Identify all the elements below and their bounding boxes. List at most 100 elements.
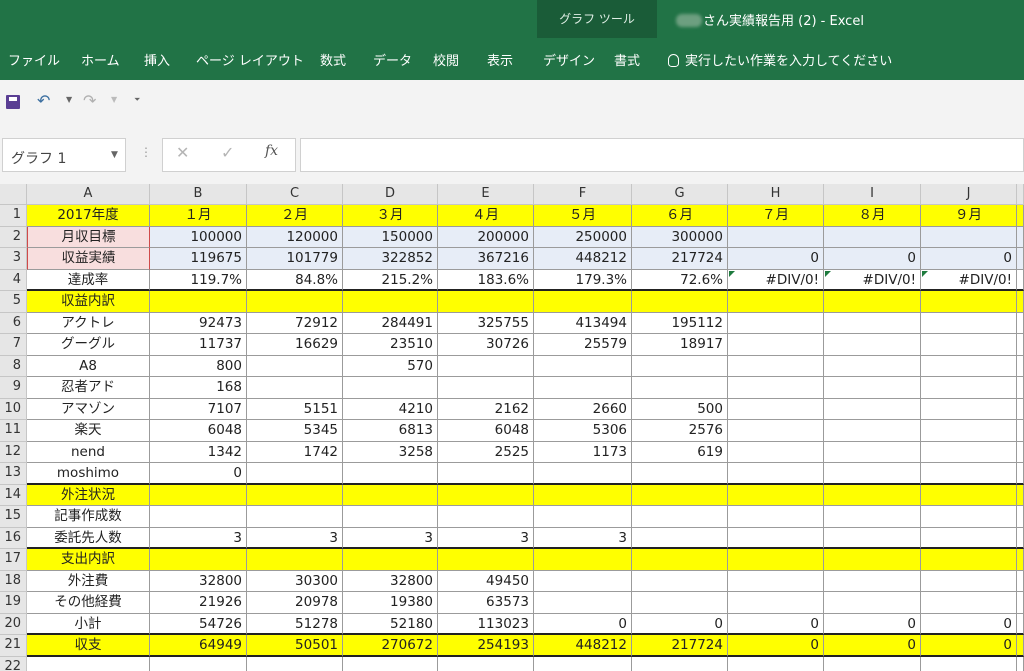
cell-c17[interactable]: [247, 549, 343, 571]
cell-i8[interactable]: [824, 355, 921, 377]
cell-k13[interactable]: [1017, 463, 1024, 485]
cell-f17[interactable]: [534, 549, 632, 571]
cell-a17[interactable]: 支出内訳: [27, 549, 150, 571]
cell-j19[interactable]: [921, 592, 1017, 614]
cell-b17[interactable]: [150, 549, 247, 571]
column-header-b[interactable]: B: [150, 184, 247, 205]
cell-j15[interactable]: [921, 506, 1017, 528]
column-header-j[interactable]: J: [921, 184, 1017, 205]
enter-icon[interactable]: ✓: [221, 143, 234, 162]
cell-i3[interactable]: 0: [824, 248, 921, 270]
cell-k17[interactable]: [1017, 549, 1024, 571]
cell-e16[interactable]: 3: [438, 527, 534, 549]
cell-f5[interactable]: [534, 291, 632, 313]
cell-c18[interactable]: 30300: [247, 570, 343, 592]
cell-e12[interactable]: 2525: [438, 441, 534, 463]
cell-b18[interactable]: 32800: [150, 570, 247, 592]
cell-c3[interactable]: 101779: [247, 248, 343, 270]
cell-a11[interactable]: 楽天: [27, 420, 150, 442]
undo-icon[interactable]: ↶: [37, 91, 50, 110]
cell-b3[interactable]: 119675: [150, 248, 247, 270]
row-header-20[interactable]: 20: [0, 613, 27, 635]
cell-f12[interactable]: 1173: [534, 441, 632, 463]
cell-d13[interactable]: [343, 463, 438, 485]
cell-g13[interactable]: [632, 463, 728, 485]
cell-b8[interactable]: 800: [150, 355, 247, 377]
cell-h8[interactable]: [728, 355, 824, 377]
cell-b2[interactable]: 100000: [150, 226, 247, 248]
cell-k9[interactable]: [1017, 377, 1024, 399]
cell-j14[interactable]: [921, 484, 1017, 506]
cell-g3[interactable]: 217724: [632, 248, 728, 270]
cell-i10[interactable]: [824, 398, 921, 420]
cell-c9[interactable]: [247, 377, 343, 399]
cell-k18[interactable]: [1017, 570, 1024, 592]
cell-c16[interactable]: 3: [247, 527, 343, 549]
row-header-12[interactable]: 12: [0, 441, 27, 463]
cell-j20[interactable]: 0: [921, 613, 1017, 635]
cell-h2[interactable]: [728, 226, 824, 248]
cell-k8[interactable]: [1017, 355, 1024, 377]
cell-k20[interactable]: [1017, 613, 1024, 635]
cell-e22[interactable]: [438, 656, 534, 671]
cell-g4[interactable]: 72.6%: [632, 269, 728, 291]
cell-d16[interactable]: 3: [343, 527, 438, 549]
cell-b5[interactable]: [150, 291, 247, 313]
cell-k6[interactable]: [1017, 312, 1024, 334]
cell-h18[interactable]: [728, 570, 824, 592]
cell-g15[interactable]: [632, 506, 728, 528]
cell-g16[interactable]: [632, 527, 728, 549]
cell-f15[interactable]: [534, 506, 632, 528]
select-all-corner[interactable]: [0, 184, 27, 205]
tab-design[interactable]: デザイン: [543, 50, 595, 69]
cell-g9[interactable]: [632, 377, 728, 399]
tab-review[interactable]: 校閲: [433, 50, 459, 69]
column-header-c[interactable]: C: [247, 184, 343, 205]
cell-c1[interactable]: ２月: [247, 205, 343, 227]
cell-j7[interactable]: [921, 334, 1017, 356]
cell-i4[interactable]: #DIV/0!: [824, 269, 921, 291]
cell-k15[interactable]: [1017, 506, 1024, 528]
tab-page-layout[interactable]: ページ レイアウト: [196, 50, 304, 69]
cell-d1[interactable]: ３月: [343, 205, 438, 227]
cell-h10[interactable]: [728, 398, 824, 420]
cell-i19[interactable]: [824, 592, 921, 614]
row-header-21[interactable]: 21: [0, 635, 27, 657]
cell-e2[interactable]: 200000: [438, 226, 534, 248]
cell-f3[interactable]: 448212: [534, 248, 632, 270]
cell-d9[interactable]: [343, 377, 438, 399]
cell-c4[interactable]: 84.8%: [247, 269, 343, 291]
cell-g20[interactable]: 0: [632, 613, 728, 635]
cell-e7[interactable]: 30726: [438, 334, 534, 356]
cell-c5[interactable]: [247, 291, 343, 313]
cell-b15[interactable]: [150, 506, 247, 528]
undo-dropdown-icon[interactable]: ▼: [66, 95, 72, 104]
column-header-next[interactable]: [1017, 184, 1024, 205]
cell-c21[interactable]: 50501: [247, 635, 343, 657]
cell-f20[interactable]: 0: [534, 613, 632, 635]
cell-e6[interactable]: 325755: [438, 312, 534, 334]
cell-a15[interactable]: 記事作成数: [27, 506, 150, 528]
cell-d15[interactable]: [343, 506, 438, 528]
row-header-14[interactable]: 14: [0, 484, 27, 506]
cell-h15[interactable]: [728, 506, 824, 528]
cell-k3[interactable]: [1017, 248, 1024, 270]
cell-g2[interactable]: 300000: [632, 226, 728, 248]
cell-e5[interactable]: [438, 291, 534, 313]
column-header-h[interactable]: H: [728, 184, 824, 205]
row-header-11[interactable]: 11: [0, 420, 27, 442]
cell-d10[interactable]: 4210: [343, 398, 438, 420]
column-header-g[interactable]: G: [632, 184, 728, 205]
cell-d8[interactable]: 570: [343, 355, 438, 377]
cell-f11[interactable]: 5306: [534, 420, 632, 442]
row-header-5[interactable]: 5: [0, 291, 27, 313]
cell-d11[interactable]: 6813: [343, 420, 438, 442]
cell-d7[interactable]: 23510: [343, 334, 438, 356]
name-box[interactable]: グラフ 1 ▼: [2, 138, 126, 172]
cell-h19[interactable]: [728, 592, 824, 614]
cell-g8[interactable]: [632, 355, 728, 377]
row-header-19[interactable]: 19: [0, 592, 27, 614]
cell-h9[interactable]: [728, 377, 824, 399]
cell-i12[interactable]: [824, 441, 921, 463]
cell-d21[interactable]: 270672: [343, 635, 438, 657]
